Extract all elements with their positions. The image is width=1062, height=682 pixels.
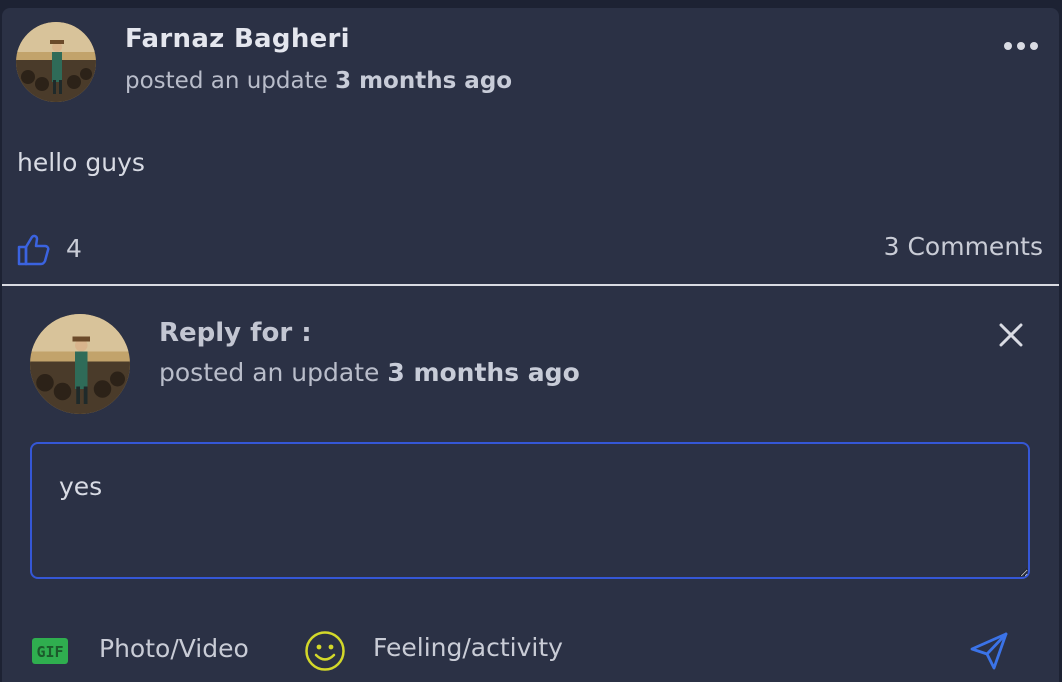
more-dots-icon[interactable] <box>1001 34 1041 58</box>
post-time: 3 months ago <box>335 68 513 94</box>
like-count: 4 <box>66 234 82 263</box>
author-name[interactable]: Farnaz Bagheri <box>125 24 350 54</box>
post-text: hello guys <box>17 148 145 177</box>
reply-time: 3 months ago <box>387 358 580 387</box>
reply-input[interactable] <box>30 442 1030 579</box>
photo-video-button[interactable]: Photo/Video <box>99 634 249 663</box>
author-avatar[interactable] <box>16 22 96 102</box>
gif-icon-label: GIF <box>36 643 63 661</box>
close-icon[interactable] <box>997 321 1025 349</box>
reply-action: posted an update <box>159 358 380 387</box>
smile-icon[interactable] <box>304 630 346 672</box>
feeling-activity-button[interactable]: Feeling/activity <box>373 633 563 662</box>
send-icon[interactable] <box>968 630 1010 672</box>
reply-avatar <box>30 314 130 414</box>
thumbs-up-icon[interactable] <box>16 233 50 267</box>
post-meta: posted an update 3 months ago <box>125 68 512 94</box>
post-action: posted an update <box>125 68 328 94</box>
reply-meta: posted an update 3 months ago <box>159 358 580 387</box>
post-card: Farnaz Bagheri posted an update 3 months… <box>2 8 1059 682</box>
gif-icon[interactable]: GIF <box>32 638 68 664</box>
comments-count-link[interactable]: 3 Comments <box>884 232 1043 261</box>
divider <box>2 284 1059 286</box>
reply-title: Reply for : <box>159 318 312 348</box>
